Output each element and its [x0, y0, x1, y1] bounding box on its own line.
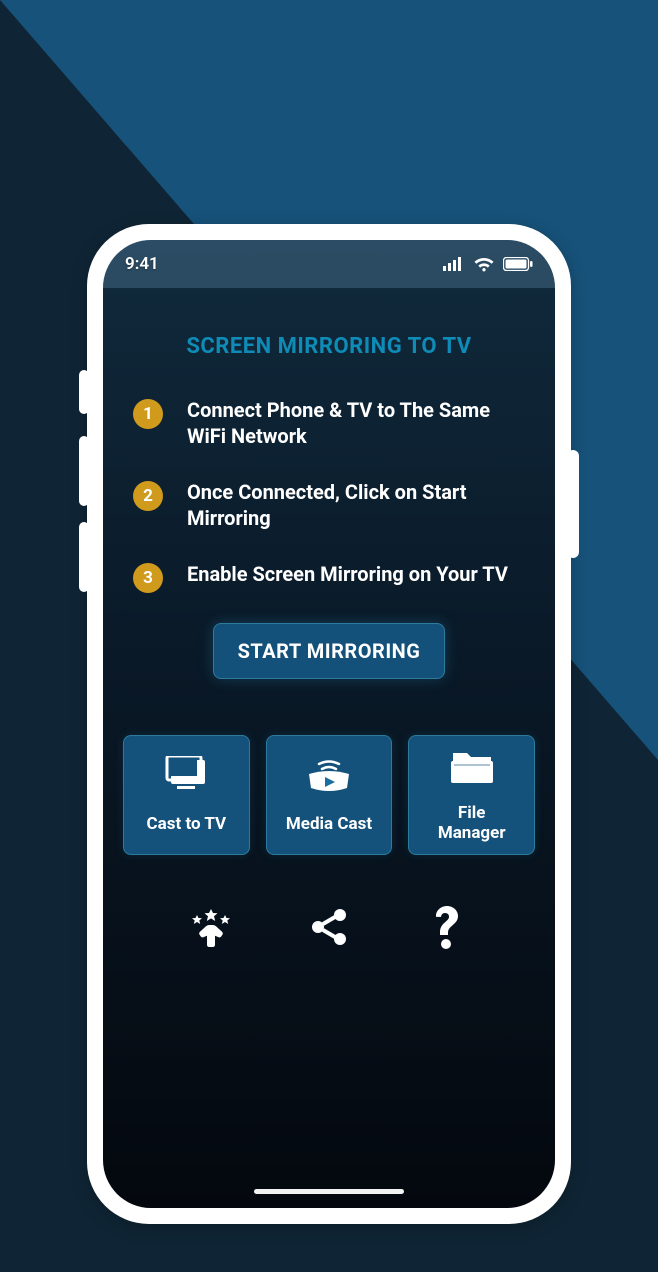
cellular-icon: [443, 257, 465, 271]
step-number-badge: 2: [133, 481, 163, 511]
bottom-actions-row: [103, 899, 555, 959]
status-icons: [443, 256, 533, 272]
tv-icon: [163, 756, 209, 800]
step-text: Connect Phone & TV to The Same WiFi Netw…: [187, 397, 525, 449]
battery-icon: [503, 257, 533, 271]
phone-side-button: [567, 450, 579, 558]
step-text: Enable Screen Mirroring on Your TV: [187, 561, 508, 593]
help-icon: [430, 904, 464, 954]
rate-icon: [187, 903, 235, 955]
help-button[interactable]: [417, 899, 477, 959]
step-item: 3 Enable Screen Mirroring on Your TV: [133, 561, 525, 593]
phone-screen: 9:41: [103, 240, 555, 1208]
share-button[interactable]: [299, 899, 359, 959]
status-time: 9:41: [125, 254, 159, 274]
folder-icon: [449, 747, 495, 789]
wifi-icon: [473, 256, 495, 272]
step-item: 2 Once Connected, Click on Start Mirrori…: [133, 479, 525, 531]
cast-to-tv-tile[interactable]: Cast to TV: [123, 735, 250, 855]
file-manager-tile[interactable]: File Manager: [408, 735, 535, 855]
step-number-badge: 3: [133, 563, 163, 593]
page-title: SCREEN MIRRORING TO TV: [103, 334, 555, 359]
phone-frame: 9:41: [87, 224, 571, 1224]
tile-label: Cast to TV: [147, 814, 227, 834]
home-indicator: [254, 1189, 404, 1194]
tiles-row: Cast to TV Media Cast: [123, 735, 535, 855]
steps-list: 1 Connect Phone & TV to The Same WiFi Ne…: [133, 397, 525, 593]
media-cast-tile[interactable]: Media Cast: [266, 735, 393, 855]
step-item: 1 Connect Phone & TV to The Same WiFi Ne…: [133, 397, 525, 449]
step-text: Once Connected, Click on Start Mirroring: [187, 479, 525, 531]
step-number-badge: 1: [133, 399, 163, 429]
phone-side-button: [79, 370, 89, 414]
tile-label: Media Cast: [286, 814, 372, 834]
phone-side-button: [79, 522, 89, 592]
status-bar: 9:41: [103, 240, 555, 288]
phone-side-button: [79, 436, 89, 506]
tile-label: File Manager: [438, 803, 506, 844]
share-icon: [308, 906, 350, 952]
cast-icon: [303, 756, 355, 800]
rate-button[interactable]: [181, 899, 241, 959]
start-mirroring-button[interactable]: START MIRRORING: [213, 623, 446, 679]
